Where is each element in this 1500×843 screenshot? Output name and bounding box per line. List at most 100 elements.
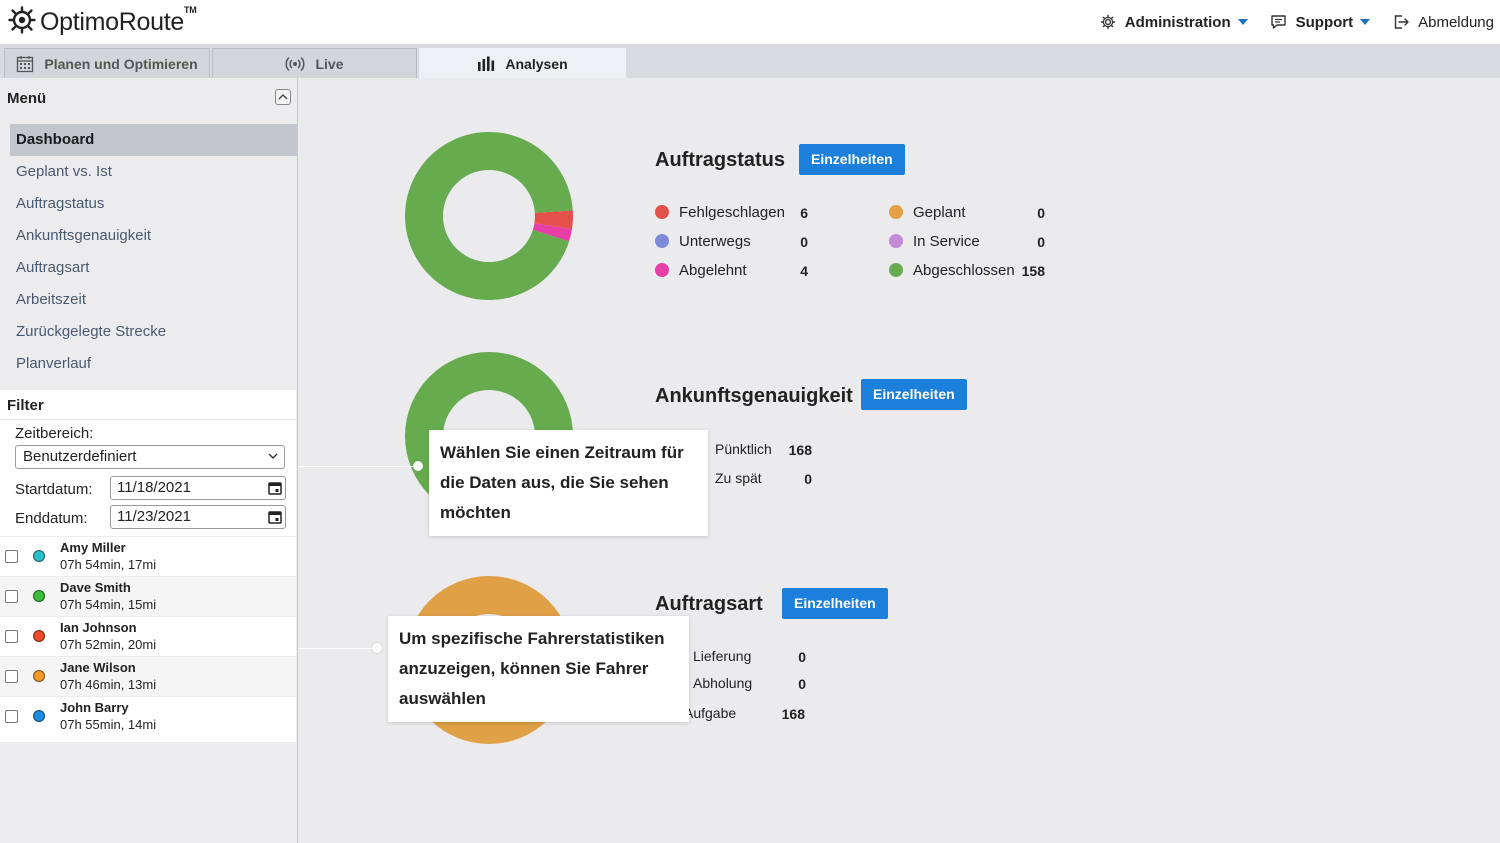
arrival-accuracy-title: Ankunftsgenauigkeit	[655, 385, 853, 407]
driver-row[interactable]: Amy Miller 07h 54min, 17mi	[0, 536, 296, 576]
driver-stats: 07h 52min, 20mi	[60, 637, 157, 652]
collapse-menu-button[interactable]	[275, 89, 291, 105]
arrival-accuracy-details-button[interactable]: Einzelheiten	[861, 379, 967, 410]
driver-checkbox[interactable]	[5, 670, 18, 683]
legend-dot	[889, 205, 903, 219]
callout-connector	[298, 466, 420, 467]
driver-color-dot	[33, 550, 45, 562]
logout-icon	[1392, 13, 1410, 31]
end-date-field[interactable]: 11/23/2021	[110, 505, 286, 529]
order-status-donut-chart	[405, 132, 573, 301]
start-date-field[interactable]: 11/18/2021	[110, 476, 286, 500]
logo[interactable]: OptimoRouteTM	[8, 5, 197, 39]
driver-color-dot	[33, 590, 45, 602]
legend-label: Pünktlich	[715, 441, 772, 457]
menu-item-order-status[interactable]: Auftragstatus	[10, 188, 297, 220]
legend-value: 0	[1037, 205, 1045, 221]
tab-label: Planen und Optimieren	[44, 55, 198, 72]
legend-value: 168	[788, 442, 812, 458]
legend-dot	[889, 263, 903, 277]
legend-label: Aufgabe	[684, 705, 737, 721]
driver-stats: 07h 55min, 14mi	[60, 717, 157, 732]
driver-checkbox[interactable]	[5, 710, 18, 723]
driver-row[interactable]: John Barry 07h 55min, 14mi	[0, 696, 296, 736]
driver-stats: 07h 54min, 15mi	[60, 597, 157, 612]
legend-value: 0	[798, 649, 806, 665]
tooltip-line: anzuzeigen, können Sie Fahrer auswählen	[399, 659, 649, 708]
order-type-title: Auftragsart	[655, 593, 763, 615]
tooltip-line: Wählen Sie einen Zeitraum für	[440, 443, 684, 462]
legend-label: Unterwegs	[679, 233, 751, 250]
driver-name: Amy Miller	[60, 540, 126, 555]
driver-color-dot	[33, 630, 45, 642]
range-label: Zeitbereich:	[15, 425, 94, 442]
chevron-down-icon	[1360, 19, 1371, 25]
legend-value: 4	[800, 263, 808, 279]
driver-color-dot	[33, 710, 45, 722]
driver-row[interactable]: Dave Smith 07h 54min, 15mi	[0, 576, 296, 616]
menu-item-distance[interactable]: Zurückgelegte Strecke	[10, 316, 297, 348]
order-status-details-button[interactable]: Einzelheiten	[799, 144, 905, 175]
driver-stats: 07h 54min, 17mi	[60, 557, 157, 572]
support-label: Support	[1295, 13, 1354, 31]
tab-live[interactable]: Live	[212, 48, 417, 78]
administration-menu[interactable]: Administration	[1099, 13, 1248, 31]
menu-item-planned-vs-actual[interactable]: Geplant vs. Ist	[10, 156, 297, 188]
legend-label: Lieferung	[693, 648, 752, 664]
legend-dot	[889, 234, 903, 248]
menu-title: Menü	[7, 90, 47, 107]
administration-label: Administration	[1124, 13, 1231, 31]
legend-value: 0	[800, 234, 808, 250]
driver-row[interactable]: Ian Johnson 07h 52min, 20mi	[0, 616, 296, 656]
order-status-title: Auftragstatus	[655, 149, 786, 171]
driver-checkbox[interactable]	[5, 550, 18, 563]
driver-tooltip: Um spezifische Fahrerstatistiken anzuzei…	[388, 616, 689, 722]
driver-name: John Barry	[60, 700, 129, 715]
menu-item-arrival-accuracy[interactable]: Ankunftsgenauigkeit	[10, 220, 297, 252]
driver-checkbox[interactable]	[5, 590, 18, 603]
legend-label: Abgelehnt	[679, 262, 747, 279]
support-menu[interactable]: Support	[1270, 13, 1371, 31]
sidebar: Menü Dashboard Geplant vs. Ist Auftragst…	[0, 78, 298, 843]
divider	[0, 419, 296, 420]
chevron-down-icon	[268, 453, 278, 459]
legend-value: 0	[798, 676, 806, 692]
driver-name: Ian Johnson	[60, 620, 137, 635]
callout-anchor	[372, 643, 382, 653]
chevron-up-icon	[278, 94, 288, 100]
menu-item-working-time[interactable]: Arbeitszeit	[10, 284, 297, 316]
driver-row[interactable]: Jane Wilson 07h 46min, 13mi	[0, 656, 296, 696]
start-date-value: 11/18/2021	[117, 479, 191, 496]
callout-anchor	[413, 461, 423, 471]
legend-label: Abgeschlossen	[913, 262, 1015, 279]
menu-item-dashboard[interactable]: Dashboard	[10, 124, 297, 156]
menu-header: Menü	[0, 78, 298, 118]
end-date-value: 11/23/2021	[117, 508, 191, 525]
legend-value: 158	[1021, 263, 1045, 279]
driver-color-dot	[33, 670, 45, 682]
range-select[interactable]: Benutzerdefiniert	[15, 445, 285, 469]
logout-button[interactable]: Abmeldung	[1392, 13, 1494, 31]
calendar-icon[interactable]	[267, 509, 283, 532]
menu-item-plan-history[interactable]: Planverlauf	[10, 348, 297, 380]
driver-checkbox[interactable]	[5, 630, 18, 643]
range-select-value: Benutzerdefiniert	[23, 448, 137, 465]
callout-connector	[298, 648, 378, 649]
broadcast-icon	[285, 56, 306, 72]
calendar-icon[interactable]	[267, 480, 283, 503]
logout-label: Abmeldung	[1418, 13, 1494, 31]
tab-analytics[interactable]: Analysen	[419, 48, 626, 78]
tooltip-line: die Daten aus, die Sie sehen möchten	[440, 473, 669, 522]
driver-name: Jane Wilson	[60, 660, 136, 675]
legend-label: Fehlgeschlagen	[679, 204, 785, 221]
top-bar: OptimoRouteTM Administration Support Abm…	[0, 0, 1500, 44]
tooltip-line: Um spezifische Fahrerstatistiken	[399, 629, 665, 648]
tab-label: Live	[315, 55, 344, 72]
order-type-details-button[interactable]: Einzelheiten	[782, 588, 888, 619]
top-nav: Administration Support Abmeldung	[1077, 0, 1494, 44]
legend-label: In Service	[913, 233, 980, 250]
end-date-label: Enddatum:	[15, 510, 88, 527]
tab-plan-optimize[interactable]: Planen und Optimieren	[4, 48, 210, 78]
menu-item-order-type[interactable]: Auftragsart	[10, 252, 297, 284]
gear-icon	[1099, 13, 1117, 31]
